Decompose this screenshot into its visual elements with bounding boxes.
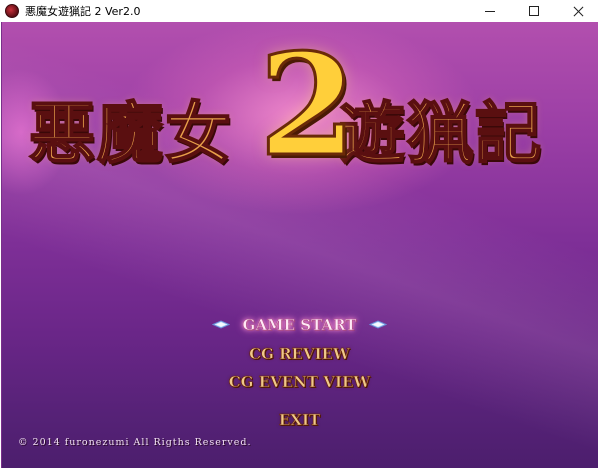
minimize-icon (485, 10, 495, 12)
menu-cg-event-view[interactable]: CG EVENT VIEW (1, 373, 598, 392)
copyright-text: © 2014 furonezumi All Rigths Reserved. (18, 437, 252, 448)
menu-cg-review[interactable]: CG REVIEW (1, 345, 598, 364)
maximize-button[interactable] (512, 0, 556, 22)
title-menu: GAME START CG REVIEW CG EVENT VIEW EXIT (1, 22, 598, 468)
close-button[interactable] (556, 0, 600, 22)
minimize-button[interactable] (468, 0, 512, 22)
window-controls (468, 0, 600, 22)
game-window: 悪魔女遊猟記 2 Ver2.0 悪魔女 遊猟記 2 GAME START CG … (0, 0, 600, 468)
menu-game-start[interactable]: GAME START (1, 316, 598, 335)
app-icon[interactable] (5, 4, 19, 18)
menu-exit[interactable]: EXIT (1, 411, 598, 430)
title-bar[interactable]: 悪魔女遊猟記 2 Ver2.0 (0, 0, 600, 22)
game-canvas[interactable]: 悪魔女 遊猟記 2 GAME START CG REVIEW CG EVENT … (1, 22, 598, 468)
maximize-icon (529, 6, 539, 16)
window-title: 悪魔女遊猟記 2 Ver2.0 (25, 5, 141, 18)
close-icon (573, 6, 584, 17)
